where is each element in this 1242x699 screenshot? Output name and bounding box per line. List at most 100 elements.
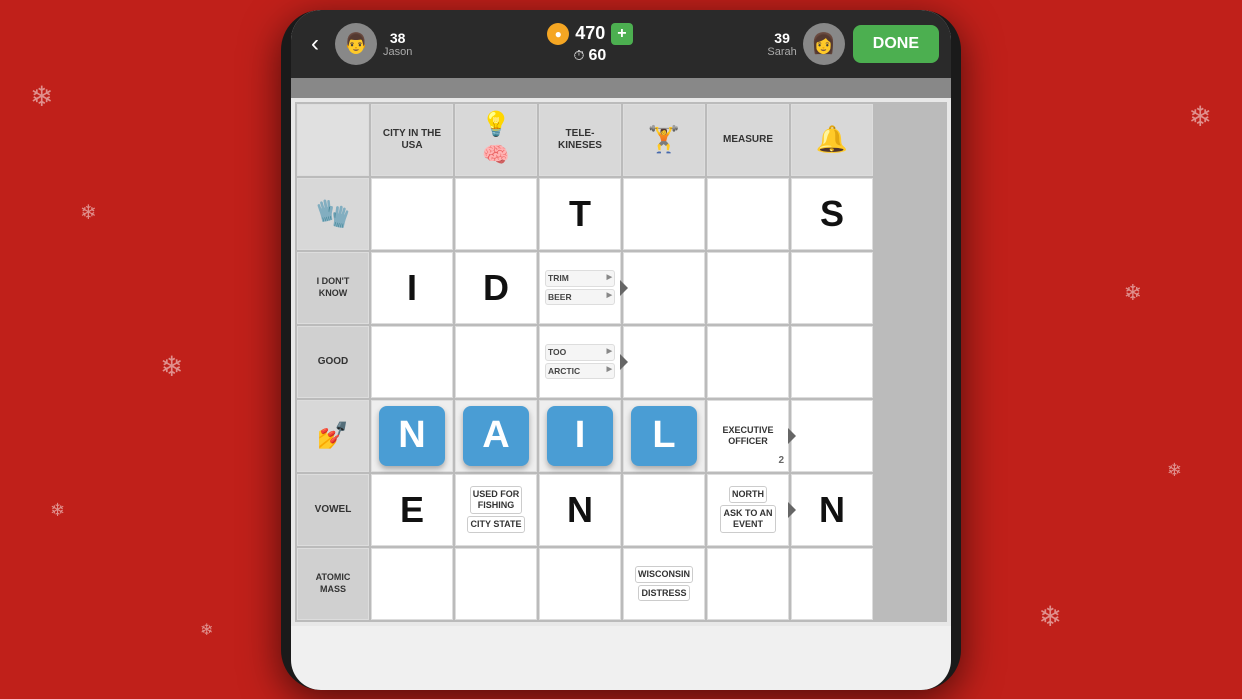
cell-r6-c4[interactable]: WISCONSIN DISTRESS [623,548,705,620]
cell-r6-c6[interactable] [791,548,873,620]
snowflake-5: ❄ [1189,100,1212,133]
cell-r5-c5[interactable]: NORTH ASK TO ANEVENT [707,474,789,546]
cell-r4-c4[interactable]: L [623,400,705,472]
snowflake-2: ❄ [80,200,97,225]
player1-avatar: 👨 [335,23,377,65]
corner-cell [297,104,369,176]
cell-r6-c1[interactable] [371,548,453,620]
snowflake-9: ❄ [200,620,213,640]
cell-r2-c2[interactable]: D [455,252,537,324]
gloves-icon: 🧤 [316,197,351,231]
hints-trim-beer: TRIM BEER [543,268,617,306]
letter-I[interactable]: I [547,406,613,466]
num-badge-2: 2 [778,455,784,467]
cell-r2-c1[interactable]: I [371,252,453,324]
cell-r4-c1[interactable]: N [371,400,453,472]
cell-r3-c6[interactable] [791,326,873,398]
cell-r1-c4[interactable] [623,178,705,250]
dumbbell-icon: 🏋️ [648,124,680,155]
game-area[interactable]: CITY IN THE USA 💡 🧠 TELE-KINESES 🏋️ [291,98,951,626]
bell-icon: 🔔 [816,124,848,155]
col-header-4: 🏋️ [623,104,705,176]
cell-r4-c6[interactable] [791,400,873,472]
add-coins-button[interactable]: + [611,23,632,45]
cell-r1-c3[interactable]: T [539,178,621,250]
cell-r5-c3[interactable]: N [539,474,621,546]
player2-name: Sarah [767,46,796,58]
cell-r2-c4[interactable] [623,252,705,324]
timer-value: 60 [588,47,606,65]
hint-too: TOO [545,344,615,360]
arrow-right-r2c3 [620,280,628,296]
col-header-1: CITY IN THE USA [371,104,453,176]
cell-r1-c6[interactable]: S [791,178,873,250]
hint-arctic: ARCTIC [545,363,615,379]
cell-r3-c4[interactable] [623,326,705,398]
row-header-good: GOOD [297,326,369,398]
snowflake-7: ❄ [1167,460,1182,481]
hint-north: NORTH [729,486,767,503]
nail-icon: 💅 [317,420,349,451]
hint-beer: BEER [545,289,615,305]
hint-city-state: CITY STATE [467,516,524,533]
cell-r6-c5[interactable] [707,548,789,620]
hint-distress: DISTRESS [638,585,689,602]
phone-frame: ‹ 👨 38 Jason ● 470 + ⏱ 60 [281,10,961,690]
hint-wisconsin: WISCONSIN [635,566,693,583]
col-header-2: 💡 🧠 [455,104,537,176]
cell-r4-c2[interactable]: A [455,400,537,472]
timer-icon: ⏱ [574,47,585,64]
arrow-right-r3c3 [620,354,628,370]
cell-r5-c2[interactable]: USED FORFISHING CITY STATE [455,474,537,546]
cell-r3-c5[interactable] [707,326,789,398]
cell-r2-c3[interactable]: TRIM BEER [539,252,621,324]
hint-ask-to-event: ASK TO ANEVENT [720,505,775,533]
row-header-vowel: VOWEL [297,474,369,546]
cell-r6-c2[interactable] [455,548,537,620]
player2-avatar: 👩 [803,23,845,65]
player2-section: 39 Sarah 👩 [767,23,844,65]
row-header-idontknow: I DON'TKNOW [297,252,369,324]
cell-r3-c1[interactable] [371,326,453,398]
letter-N[interactable]: N [379,406,445,466]
phone-screen: ‹ 👨 38 Jason ● 470 + ⏱ 60 [291,10,951,690]
done-button[interactable]: DONE [853,25,939,63]
letter-L[interactable]: L [631,406,697,466]
brain-icon: 🧠 [482,142,509,168]
back-button[interactable]: ‹ [303,26,327,62]
cell-r4-c3[interactable]: I [539,400,621,472]
col-header-6: 🔔 [791,104,873,176]
col-header-3: TELE-KINESES [539,104,621,176]
cell-r5-c1[interactable]: E [371,474,453,546]
lightbulb-icon: 💡 [481,111,511,140]
cell-r6-c3[interactable] [539,548,621,620]
letter-A[interactable]: A [463,406,529,466]
snowflake-3: ❄ [160,350,183,383]
arrow-right-north [788,502,796,518]
row-header-nail: 💅 [297,400,369,472]
cell-r2-c5[interactable] [707,252,789,324]
cell-r5-c6[interactable]: N [791,474,873,546]
snowflake-4: ❄ [50,500,65,521]
sub-header-bar [291,78,951,98]
snowflake-1: ❄ [30,80,53,113]
cell-r3-c2[interactable] [455,326,537,398]
row-header-gloves: 🧤 [297,178,369,250]
cell-r1-c5[interactable] [707,178,789,250]
cell-r4-c5[interactable]: EXECUTIVEOFFICER 2 [707,400,789,472]
player2-score: 39 [767,30,796,46]
cell-r2-c6[interactable] [791,252,873,324]
hints-too-arctic: TOO ARCTIC [543,342,617,380]
coins-section: ● 470 + ⏱ 60 [420,23,759,65]
cell-r1-c1[interactable] [371,178,453,250]
snowflake-8: ❄ [1039,600,1062,633]
arrow-right-exec [788,428,796,444]
cell-r5-c4[interactable] [623,474,705,546]
game-header: ‹ 👨 38 Jason ● 470 + ⏱ 60 [291,10,951,78]
hint-trim: TRIM [545,270,615,286]
row-header-atomic: ATOMICMASS [297,548,369,620]
cell-r1-c2[interactable] [455,178,537,250]
cell-r3-c3[interactable]: TOO ARCTIC [539,326,621,398]
player1-name: Jason [383,46,412,58]
player1-score: 38 [383,30,412,46]
